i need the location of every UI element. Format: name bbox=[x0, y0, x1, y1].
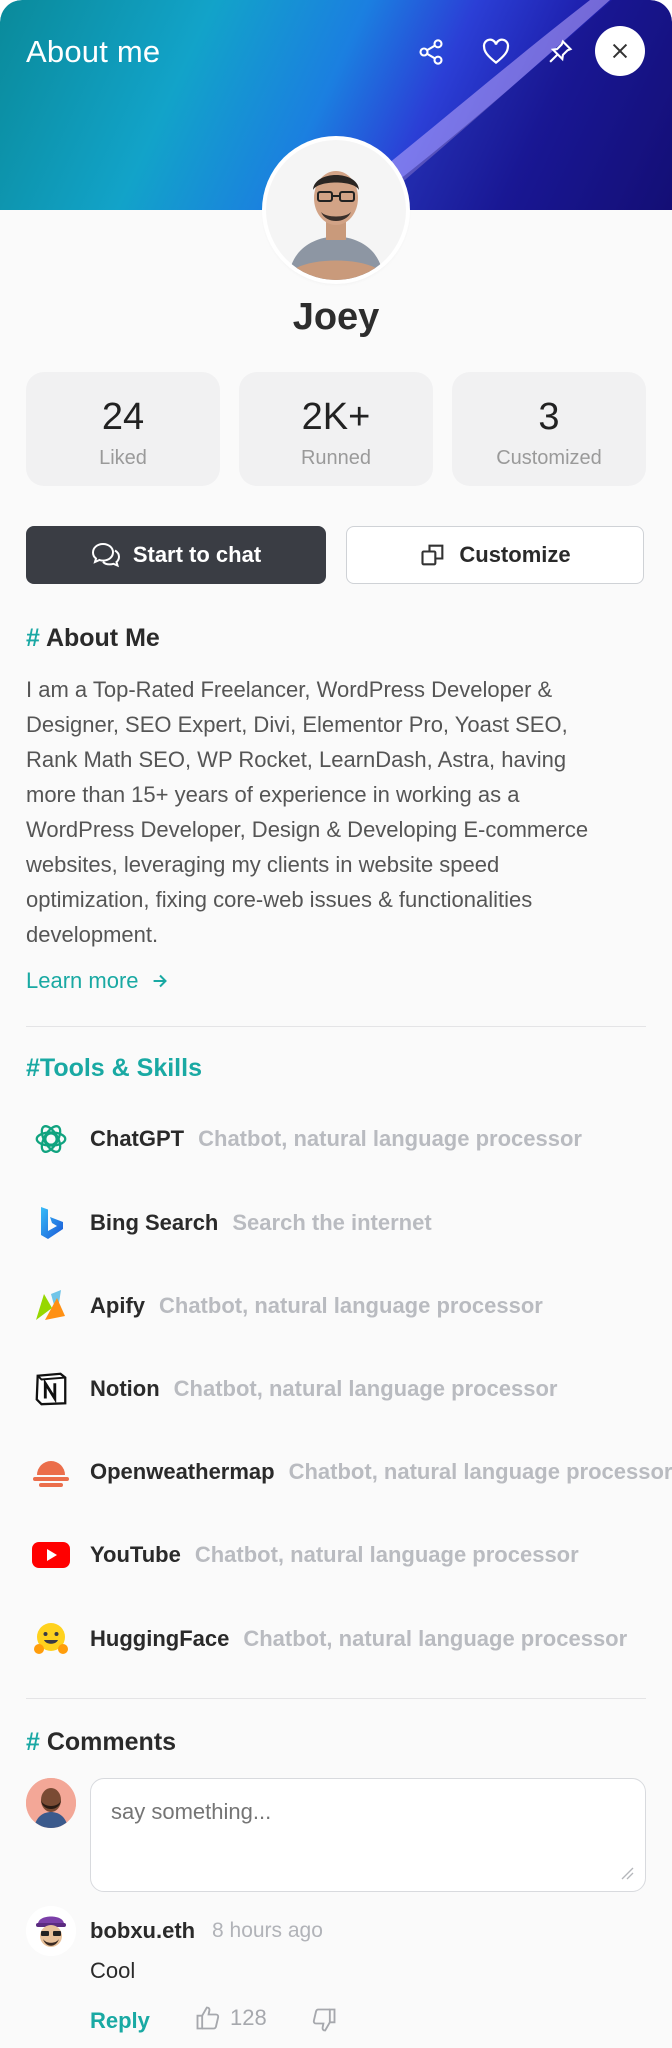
apify-icon bbox=[26, 1281, 76, 1331]
bing-icon bbox=[26, 1198, 76, 1248]
comments-heading-text: Comments bbox=[46, 1728, 177, 1756]
customize-button[interactable]: Customize bbox=[346, 526, 644, 584]
stat-runned: 2K+ Runned bbox=[239, 372, 433, 486]
reply-button[interactable]: Reply bbox=[90, 2008, 150, 2034]
about-line: more than 15+ years of experience in wor… bbox=[26, 782, 520, 807]
chat-icon bbox=[91, 542, 120, 568]
youtube-icon bbox=[26, 1530, 76, 1580]
huggingface-icon bbox=[26, 1614, 76, 1664]
comment-text: Cool bbox=[90, 1958, 136, 1983]
stat-liked: 24 Liked bbox=[26, 372, 220, 486]
tool-name: Openweathermap bbox=[90, 1459, 275, 1484]
pin-button[interactable] bbox=[540, 32, 580, 72]
stat-value: 3 bbox=[538, 396, 560, 438]
share-button[interactable] bbox=[411, 32, 451, 72]
tool-name: Bing Search bbox=[90, 1210, 219, 1235]
thumbs-down-icon bbox=[312, 2008, 336, 2032]
about-line: websites, leveraging my clients in websi… bbox=[26, 852, 500, 877]
tool-item-notion[interactable]: Notion Chatbot, natural language process… bbox=[26, 1364, 558, 1414]
profile-avatar bbox=[266, 140, 406, 280]
tool-description: Chatbot, natural language processor bbox=[198, 1126, 582, 1151]
stat-label: Runned bbox=[300, 447, 372, 469]
about-heading: # About Me bbox=[26, 624, 160, 653]
dislike-button[interactable] bbox=[310, 2006, 338, 2039]
tools-heading: #Tools & Skills bbox=[26, 1054, 202, 1082]
comment-author[interactable]: bobxu.eth bbox=[90, 1918, 195, 1944]
tool-name: ChatGPT bbox=[90, 1126, 185, 1151]
hash-mark: # bbox=[26, 624, 40, 652]
about-line: I am a Top-Rated Freelancer, WordPress D… bbox=[26, 677, 553, 702]
profile-name: Joey bbox=[292, 296, 380, 338]
divider bbox=[26, 1698, 646, 1699]
about-description: I am a Top-Rated Freelancer, WordPress D… bbox=[26, 672, 646, 952]
tool-item-chatgpt[interactable]: ChatGPT Chatbot, natural language proces… bbox=[26, 1114, 582, 1164]
hash-mark: # bbox=[26, 1728, 40, 1756]
tool-description: Chatbot, natural language processor bbox=[173, 1376, 558, 1401]
stat-customized: 3 Customized bbox=[452, 372, 646, 486]
tool-description: Chatbot, natural language processor bbox=[288, 1459, 672, 1484]
avatar-illustration bbox=[266, 140, 406, 280]
share-icon bbox=[419, 39, 443, 65]
resize-handle-icon[interactable] bbox=[618, 1864, 634, 1880]
about-line: optimization, fixing core-web issues & f… bbox=[26, 887, 533, 912]
tool-description: Chatbot, natural language processor bbox=[194, 1542, 579, 1567]
start-chat-button[interactable]: Start to chat bbox=[26, 526, 326, 584]
about-heading-text: About Me bbox=[45, 624, 160, 652]
about-line: Designer, SEO Expert, Divi, Elementor Pr… bbox=[26, 712, 568, 737]
tool-name: Notion bbox=[90, 1376, 160, 1401]
comment-author-avatar bbox=[26, 1906, 76, 1956]
tool-item-openweathermap[interactable]: Openweathermap Chatbot, natural language… bbox=[26, 1447, 672, 1497]
close-icon bbox=[612, 43, 628, 59]
comment-timestamp: 8 hours ago bbox=[212, 1919, 323, 1942]
tool-description: Chatbot, natural language processor bbox=[243, 1626, 628, 1651]
arrow-right-icon bbox=[153, 974, 167, 988]
stat-value: 2K+ bbox=[301, 396, 371, 438]
tool-description: Chatbot, natural language processor bbox=[159, 1293, 543, 1318]
thumbs-up-icon bbox=[196, 2006, 220, 2030]
like-count: 128 bbox=[230, 2005, 267, 2030]
comments-heading: # Comments bbox=[26, 1728, 176, 1757]
tool-item-huggingface[interactable]: HuggingFace Chatbot, natural language pr… bbox=[26, 1614, 627, 1664]
openweathermap-icon bbox=[26, 1447, 76, 1497]
like-button[interactable]: 128 bbox=[194, 2004, 267, 2032]
chatgpt-icon bbox=[26, 1114, 76, 1164]
divider bbox=[26, 1026, 646, 1027]
tool-item-apify[interactable]: Apify Chatbot, natural language processo… bbox=[26, 1281, 543, 1331]
about-line: development. bbox=[26, 922, 159, 947]
notion-icon bbox=[26, 1364, 76, 1414]
start-chat-label: Start to chat bbox=[132, 542, 262, 567]
about-me-panel: About me Joey 24 Liked 2K+ Runned 3 Cust… bbox=[0, 0, 672, 2048]
stat-value: 24 bbox=[101, 396, 145, 438]
tool-name: Apify bbox=[90, 1293, 145, 1318]
tool-description: Search the internet bbox=[232, 1210, 432, 1235]
copy-icon bbox=[421, 544, 444, 566]
about-line: Rank Math SEO, WP Rocket, LearnDash, Ast… bbox=[26, 747, 567, 772]
stat-label: Liked bbox=[99, 447, 147, 469]
pin-icon bbox=[549, 39, 573, 63]
tool-item-youtube[interactable]: YouTube Chatbot, natural language proces… bbox=[26, 1530, 579, 1580]
tool-name: YouTube bbox=[90, 1542, 181, 1567]
tool-item-bing-search[interactable]: Bing Search Search the internet bbox=[26, 1198, 432, 1248]
close-button[interactable] bbox=[595, 26, 645, 76]
favorite-button[interactable] bbox=[476, 32, 516, 72]
tool-name: HuggingFace bbox=[90, 1626, 230, 1651]
heart-icon bbox=[482, 38, 510, 65]
stat-label: Customized bbox=[496, 447, 602, 469]
panel-title: About me bbox=[26, 34, 161, 69]
learn-more-label: Learn more bbox=[26, 968, 139, 993]
customize-label: Customize bbox=[459, 542, 571, 567]
current-user-avatar bbox=[26, 1778, 76, 1828]
learn-more-link[interactable]: Learn more bbox=[26, 968, 171, 994]
about-line: WordPress Developer, Design & Developing… bbox=[26, 817, 589, 842]
comment-input[interactable] bbox=[90, 1778, 646, 1892]
